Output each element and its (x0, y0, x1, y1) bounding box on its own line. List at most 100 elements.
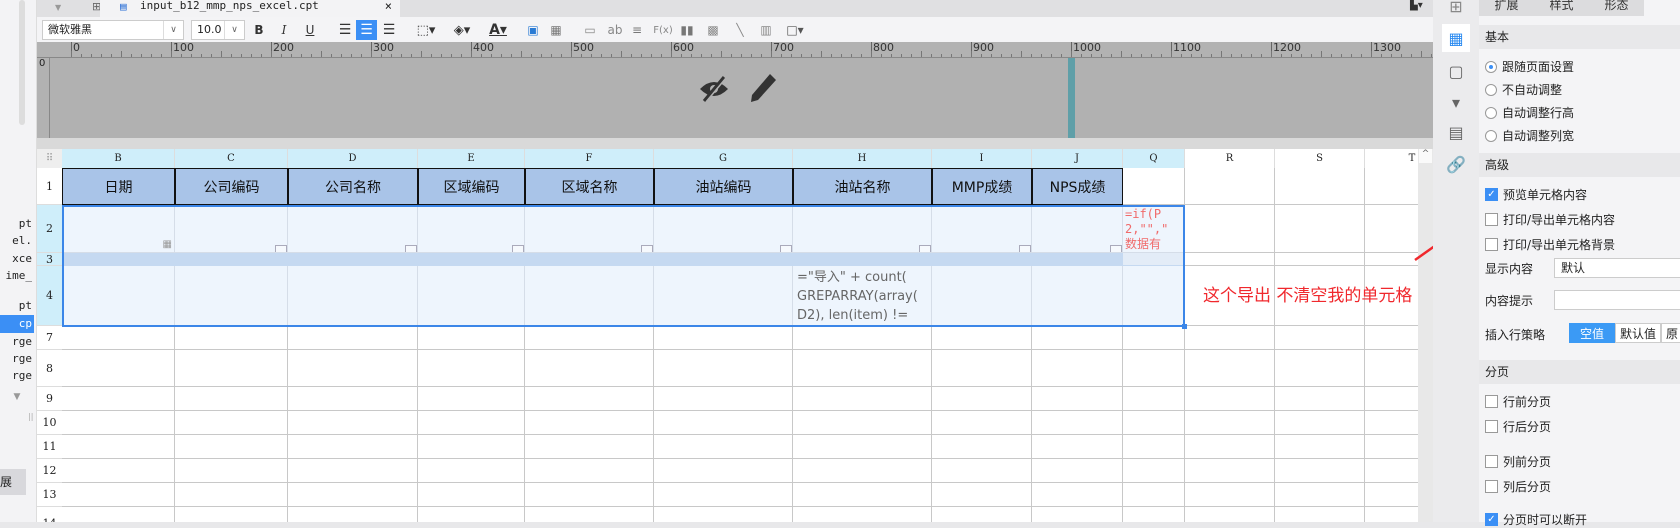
cell-R1[interactable] (1185, 168, 1275, 205)
file-list-item[interactable]: pt (0, 215, 34, 233)
cell-H1[interactable]: 油站名称 (793, 168, 932, 205)
checkbox-option[interactable]: ✓ 分页时可以断开 (1485, 511, 1587, 528)
cell-G9[interactable] (654, 387, 793, 411)
cell-H3[interactable] (793, 253, 932, 266)
cell-E3[interactable] (418, 253, 525, 266)
cell-I2[interactable] (932, 205, 1032, 253)
radio-option[interactable]: 跟随页面设置 (1485, 58, 1574, 75)
fill-color-icon[interactable]: ◈▾ (447, 20, 477, 40)
cell-R8[interactable] (1185, 350, 1275, 387)
chevron-down-icon[interactable]: ▼ (0, 392, 34, 402)
scroll-up-icon[interactable]: ^ (1419, 149, 1432, 163)
tab-expand[interactable]: 扩展 (1479, 0, 1534, 16)
cell-I9[interactable] (932, 387, 1032, 411)
cell-G11[interactable] (654, 435, 793, 459)
cell-B1[interactable]: 日期 (62, 168, 175, 205)
cell-Q9[interactable] (1123, 387, 1185, 411)
cell-B7[interactable] (62, 326, 175, 350)
cell-S9[interactable] (1275, 387, 1365, 411)
cell-I11[interactable] (932, 435, 1032, 459)
condition-icon[interactable]: ▤ (1442, 118, 1470, 146)
cell-I4[interactable] (932, 266, 1032, 326)
insert-policy-empty[interactable]: 空值 (1569, 323, 1615, 343)
cell-D3[interactable] (288, 253, 418, 266)
cell-F7[interactable] (525, 326, 654, 350)
cell-S3[interactable] (1275, 253, 1365, 266)
cell-E9[interactable] (418, 387, 525, 411)
tab-other[interactable] (1644, 0, 1680, 16)
cell-R10[interactable] (1185, 411, 1275, 435)
checkbox[interactable]: ✓ (1485, 188, 1498, 201)
cell-C8[interactable] (175, 350, 288, 387)
select-all-corner[interactable]: ⠿ (37, 149, 62, 168)
row-header-10[interactable]: 10 (37, 411, 62, 435)
hyperlink-icon[interactable]: 🔗 (1442, 150, 1470, 178)
cell-S12[interactable] (1275, 459, 1365, 483)
align-right-button[interactable]: ☰ (379, 20, 399, 40)
row-header-9[interactable]: 9 (37, 387, 62, 411)
cell-B13[interactable] (62, 483, 175, 507)
cell-F12[interactable] (525, 459, 654, 483)
page-boundary-marker[interactable] (1068, 58, 1075, 138)
cell-J10[interactable] (1032, 411, 1123, 435)
cell-I12[interactable] (932, 459, 1032, 483)
cell-F10[interactable] (525, 411, 654, 435)
cell-J2[interactable] (1032, 205, 1123, 253)
cell-D2[interactable] (288, 205, 418, 253)
cell-Q1[interactable] (1123, 168, 1185, 205)
row-header-4[interactable]: 4 (37, 266, 62, 326)
underline-button[interactable]: U (301, 20, 319, 40)
cell-J11[interactable] (1032, 435, 1123, 459)
cell-G2[interactable] (654, 205, 793, 253)
row-header-12[interactable]: 12 (37, 459, 62, 483)
cell-G3[interactable] (654, 253, 793, 266)
cell-I14[interactable] (932, 507, 1032, 522)
insert-policy-default[interactable]: 默认值 (1615, 323, 1661, 343)
radio-button[interactable] (1485, 83, 1497, 96)
cell-S11[interactable] (1275, 435, 1365, 459)
cell-F13[interactable] (525, 483, 654, 507)
cell-B4[interactable] (62, 266, 175, 326)
cell-E8[interactable] (418, 350, 525, 387)
row-header-2[interactable]: 2 (37, 205, 62, 253)
cell-B14[interactable] (62, 507, 175, 522)
chart-icon[interactable]: ▮▮ (678, 20, 696, 40)
cell-J8[interactable] (1032, 350, 1123, 387)
cell-R12[interactable] (1185, 459, 1275, 483)
cell-F2[interactable] (525, 205, 654, 253)
file-list-item[interactable]: rge (0, 367, 34, 385)
column-header-S[interactable]: S (1275, 149, 1365, 168)
column-header-D[interactable]: D (288, 149, 418, 168)
file-tab[interactable]: ▤ input_b12_mmp_nps_excel.cpt × (100, 0, 400, 17)
radio-option[interactable]: 自动调整行高 (1485, 104, 1574, 121)
cell-B12[interactable] (62, 459, 175, 483)
cell-F11[interactable] (525, 435, 654, 459)
file-list-item[interactable]: rge (0, 333, 34, 351)
cell-C9[interactable] (175, 387, 288, 411)
checkbox[interactable] (1485, 395, 1498, 408)
cell-J14[interactable] (1032, 507, 1123, 522)
cell-H12[interactable] (793, 459, 932, 483)
cell-S1[interactable] (1275, 168, 1365, 205)
file-list-item[interactable]: cp (0, 315, 34, 333)
cell-D8[interactable] (288, 350, 418, 387)
spreadsheet-grid[interactable]: ⠿ BCDEFGHIJQRST12347891011121314日期公司编码公司… (37, 149, 1433, 522)
cell-E12[interactable] (418, 459, 525, 483)
cell-E4[interactable] (418, 266, 525, 326)
cell-G13[interactable] (654, 483, 793, 507)
frame-icon[interactable]: □▾ (783, 20, 807, 40)
cell-B10[interactable] (62, 411, 175, 435)
content-tip-input[interactable] (1554, 290, 1680, 310)
font-color-button[interactable]: A ▾ (483, 20, 513, 40)
cell-S14[interactable] (1275, 507, 1365, 522)
checkbox-option[interactable]: ✓ 预览单元格内容 (1485, 186, 1587, 203)
cell-Q14[interactable] (1123, 507, 1185, 522)
cell-R11[interactable] (1185, 435, 1275, 459)
cell-C7[interactable] (175, 326, 288, 350)
cell-Q8[interactable] (1123, 350, 1185, 387)
cell-I8[interactable] (932, 350, 1032, 387)
cell-C4[interactable] (175, 266, 288, 326)
cell-Q7[interactable] (1123, 326, 1185, 350)
file-list-item[interactable]: xce (0, 250, 34, 268)
cell-D12[interactable] (288, 459, 418, 483)
